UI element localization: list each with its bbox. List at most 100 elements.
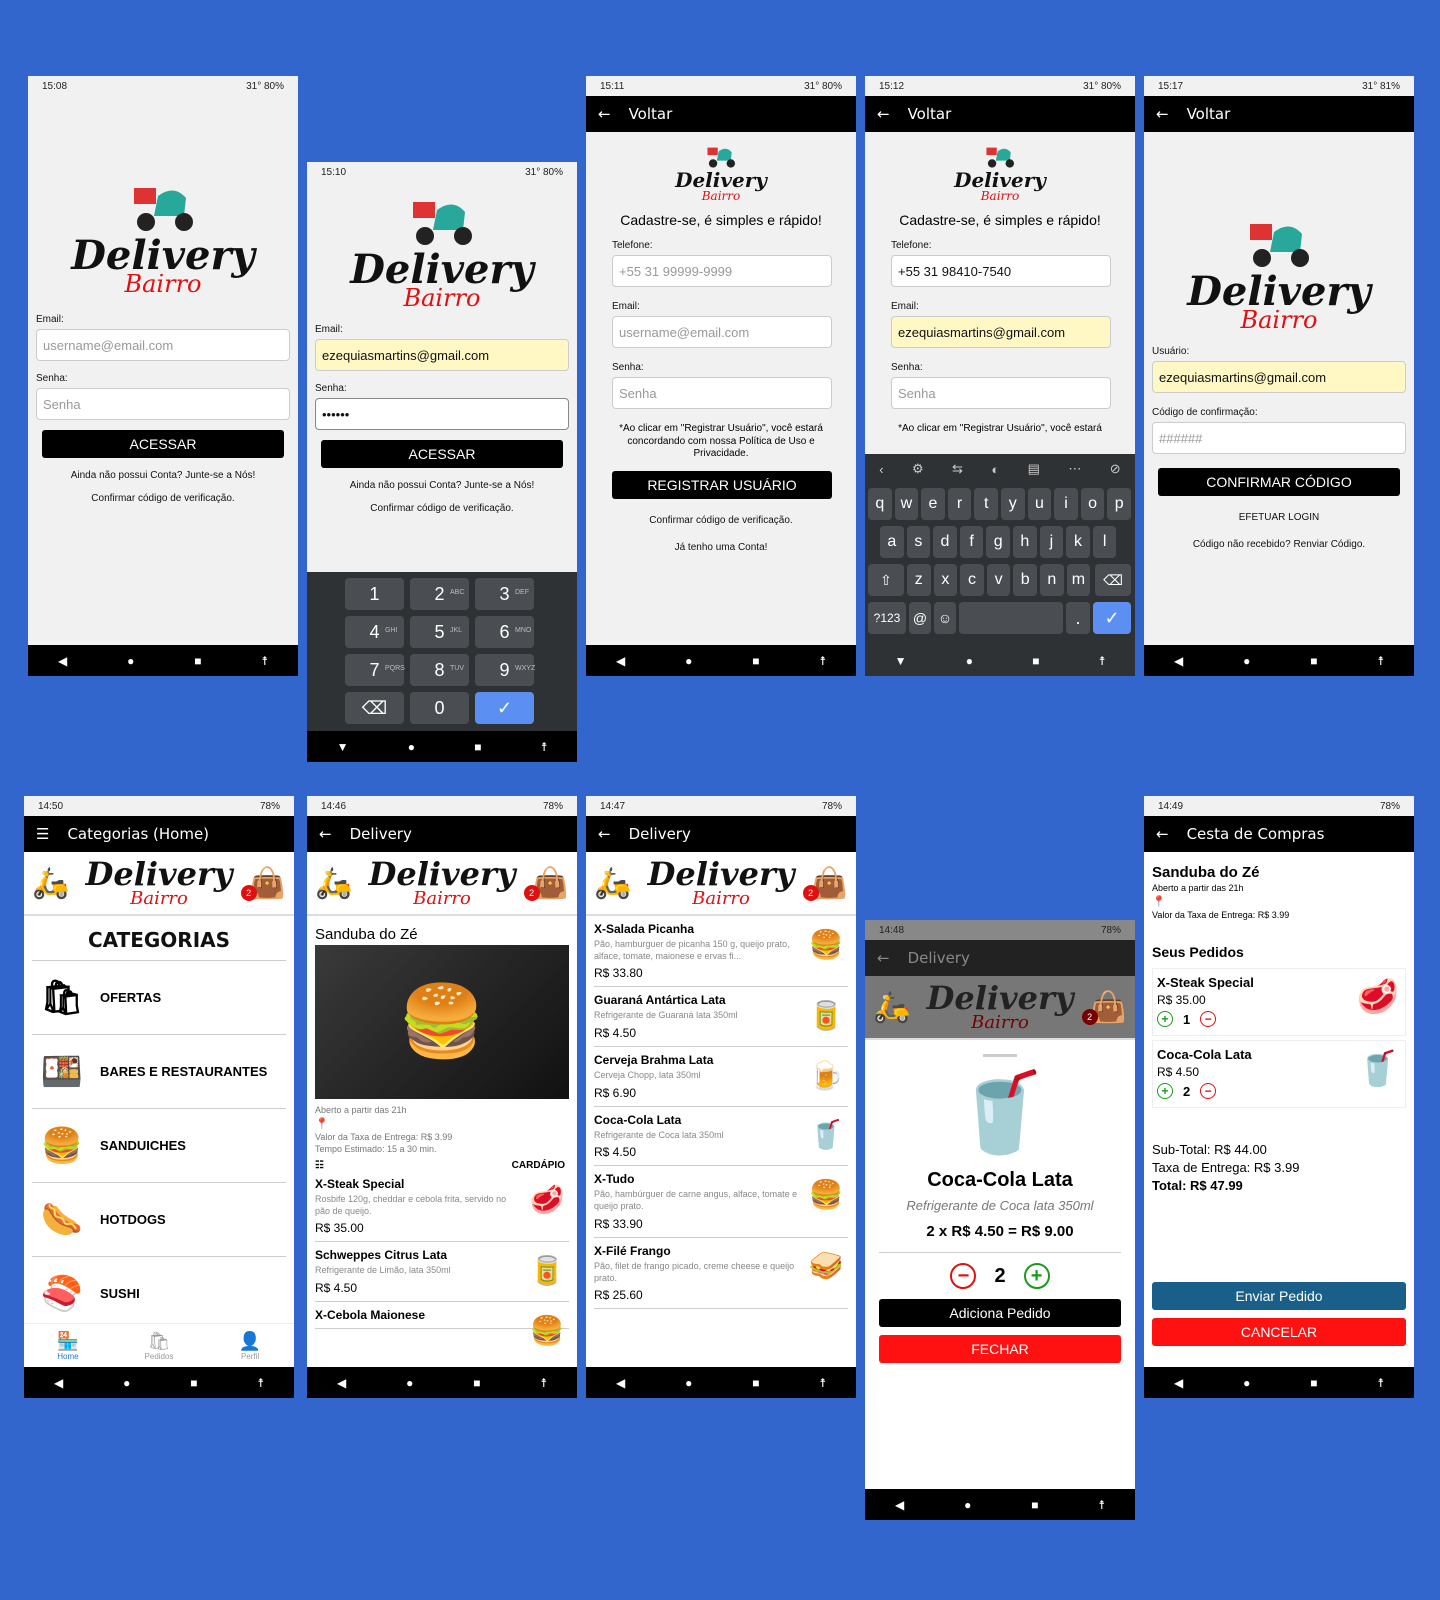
home-icon[interactable]: ● [408,740,415,754]
keyboard-key[interactable]: z [907,564,931,596]
send-order-button[interactable]: Enviar Pedido [1152,1282,1406,1310]
phone-input[interactable]: +55 31 98410-7540 [891,255,1111,287]
category-item[interactable]: 🛍 OFERTAS [32,961,286,1035]
accessibility-icon[interactable]: ☨ [1377,654,1384,668]
accessibility-icon[interactable]: ☨ [1377,1376,1384,1390]
cart-button[interactable]: 👜 2 [240,866,286,901]
cancel-button[interactable]: CANCELAR [1152,1318,1406,1346]
accessibility-icon[interactable]: ☨ [819,1376,826,1390]
keyboard-key[interactable]: u [1027,488,1052,520]
list-item[interactable]: Schweppes Citrus Lata Refrigerante de Lim… [315,1242,569,1303]
minus-icon[interactable]: − [1200,1011,1217,1027]
plus-icon[interactable]: + [1157,1011,1173,1027]
list-item[interactable]: X-Steak Special Rosbife 120g, cheddar e c… [315,1171,569,1243]
cart-button[interactable]: 👜 2 [802,866,848,901]
collapse-icon[interactable]: ‹ [879,462,883,477]
verify-code-link[interactable]: Confirmar código de verificação. [307,503,577,514]
accessibility-icon[interactable]: ☨ [819,654,826,668]
category-item[interactable]: 🍱 BARES E RESTAURANTES [32,1035,286,1109]
keyboard-key[interactable]: d [933,526,957,558]
list-item[interactable]: X-Salada Picanha Pão, hamburguer de pican… [594,916,848,988]
home-icon[interactable]: ● [123,1376,130,1390]
accessibility-icon[interactable]: ☨ [257,1376,264,1390]
category-item[interactable]: 🍔 SANDUICHES [32,1109,286,1183]
minus-icon[interactable]: − [1200,1083,1217,1099]
recents-icon[interactable]: ■ [752,1376,759,1390]
accessibility-icon[interactable]: ☨ [1099,654,1106,668]
home-icon[interactable]: ● [966,654,973,668]
list-item[interactable]: Coca-Cola Lata Refrigerante de Coca lata … [594,1107,848,1167]
recents-icon[interactable]: ■ [1032,654,1039,668]
keyboard-key[interactable]: x [933,564,958,596]
signup-link[interactable]: Ainda não possui Conta? Junte-se a Nós! [28,470,298,481]
plus-icon[interactable]: + [1023,1263,1050,1289]
keyboard-key[interactable]: p [1107,488,1131,520]
phone-input[interactable]: +55 31 99999-9999 [612,255,832,287]
keyboard-key[interactable]: y [1001,488,1025,520]
home-icon[interactable]: ● [1243,654,1250,668]
keyboard-key[interactable]: i [1054,488,1078,520]
menu-icon[interactable]: ☰ [36,825,49,843]
list-icon[interactable]: ☷ [315,1160,324,1171]
home-icon[interactable]: ● [685,654,692,668]
keyboard-key[interactable]: t [974,488,998,520]
login-link[interactable]: EFETUAR LOGIN [1144,512,1414,523]
recents-icon[interactable]: ■ [1031,1498,1038,1512]
keyboard-key[interactable]: g [986,526,1010,558]
email-input[interactable]: username@email.com [36,329,290,361]
keyboard-key[interactable]: w [894,488,919,520]
verify-code-link[interactable]: Confirmar código de verificação. [28,493,298,504]
keyboard-key[interactable]: m [1066,564,1091,596]
resend-code-link[interactable]: Código não recebido? Renviar Código. [1144,539,1414,550]
register-button[interactable]: REGISTRAR USUÁRIO [612,470,832,499]
password-input[interactable]: Senha [612,377,832,409]
tab-pedidos[interactable]: 🛍 Pedidos [145,1331,174,1361]
user-input[interactable]: ezequiasmartins@gmail.com [1152,361,1406,393]
location-pin-icon[interactable]: 📍 [307,1115,577,1130]
list-item[interactable]: Cerveja Brahma Lata Cerveja Chopp, lata 3… [594,1047,848,1107]
back-icon[interactable]: ◀ [1174,654,1183,668]
arrow-back-icon[interactable]: ← [598,105,611,123]
back-icon[interactable]: ◀ [616,654,625,668]
keyboard-key[interactable]: r [947,488,972,520]
keypad-key[interactable]: ⌫ [345,692,404,724]
arrow-back-icon[interactable]: ← [1156,825,1169,843]
add-order-button[interactable]: Adiciona Pedido [879,1299,1121,1327]
back-icon[interactable]: ◀ [337,1376,346,1390]
translate-icon[interactable]: ⇆ [952,461,963,477]
accessibility-icon[interactable]: ☨ [1098,1498,1105,1512]
period-key[interactable]: . [1066,602,1090,634]
keyboard-key[interactable]: j [1039,526,1064,558]
enter-check-icon[interactable]: ✓ [1093,602,1131,634]
back-icon[interactable]: ◀ [58,654,67,668]
keyboard-key[interactable]: e [921,488,945,520]
category-item[interactable]: 🍣 SUSHI [32,1257,286,1331]
minus-icon[interactable]: − [950,1263,977,1289]
keyboard-key[interactable]: n [1040,564,1064,596]
recents-icon[interactable]: ■ [194,654,201,668]
cart-button[interactable]: 👜 2 [523,866,569,901]
arrow-back-icon[interactable]: ← [877,949,890,967]
list-item[interactable]: X-Tudo Pão, hambúrguer de carne angus, al… [594,1166,848,1238]
password-input[interactable]: Senha [36,388,290,420]
keypad-key[interactable]: 0 [410,692,469,724]
shift-key[interactable]: ⇧ [868,564,904,596]
list-item[interactable]: X-Cebola Maionese 🍔 [315,1302,569,1346]
arrow-back-icon[interactable]: ← [598,825,611,843]
home-icon[interactable]: ● [1243,1376,1250,1390]
keyboard-key[interactable]: h [1013,526,1037,558]
plus-icon[interactable]: + [1157,1083,1173,1099]
confirm-code-button[interactable]: CONFIRMAR CÓDIGO [1158,468,1400,496]
email-input[interactable]: ezequiasmartins@gmail.com [315,339,569,371]
at-key[interactable]: @ [909,602,931,634]
tab-perfil[interactable]: 👤 Perfil [239,1331,261,1361]
recents-icon[interactable]: ■ [190,1376,197,1390]
verify-code-link[interactable]: Confirmar código de verificação. [586,515,856,526]
sheet-handle[interactable] [983,1054,1017,1057]
keyboard-key[interactable]: o [1080,488,1105,520]
accessibility-icon[interactable]: ☨ [261,654,268,668]
keyboard-key[interactable]: l [1092,526,1117,558]
back-icon[interactable]: ◀ [1174,1376,1183,1390]
arrow-back-icon[interactable]: ← [319,825,332,843]
tab-home[interactable]: 🏪 Home [57,1331,79,1361]
